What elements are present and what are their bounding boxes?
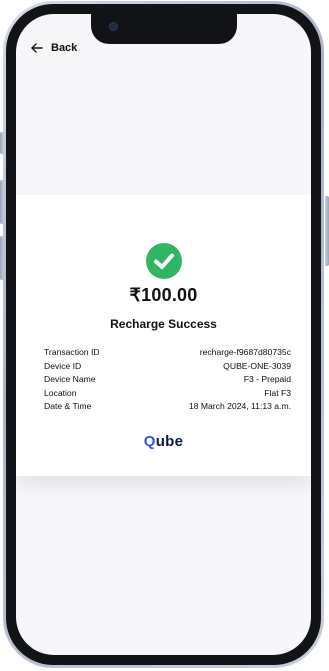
success-check bbox=[145, 243, 182, 279]
phone-bezel: Back ₹100.00 Recharge Success Transactio… bbox=[6, 4, 321, 665]
phone-frame: Back ₹100.00 Recharge Success Transactio… bbox=[3, 1, 324, 668]
transaction-details: Transaction ID recharge-f9687d80735c Dev… bbox=[44, 346, 291, 414]
check-circle-icon bbox=[153, 253, 174, 269]
detail-value: 18 March 2024, 11:13 a.m. bbox=[188, 401, 291, 412]
detail-value: F3 - Prepaid bbox=[243, 374, 291, 385]
arrow-left-icon bbox=[31, 43, 43, 53]
notch bbox=[90, 14, 237, 44]
detail-label: Device Name bbox=[44, 374, 96, 385]
detail-row-transaction-id: Transaction ID recharge-f9687d80735c bbox=[44, 346, 291, 360]
back-button[interactable]: Back bbox=[30, 41, 77, 55]
front-camera bbox=[108, 22, 118, 31]
logo-rest: ube bbox=[155, 433, 184, 450]
detail-value: recharge-f9687d80735c bbox=[199, 347, 291, 357]
detail-label: Location bbox=[44, 387, 77, 398]
back-label: Back bbox=[51, 42, 78, 54]
detail-value: Flat F3 bbox=[264, 387, 291, 398]
detail-row-date-time: Date & Time 18 March 2024, 11:13 a.m. bbox=[44, 400, 291, 414]
detail-row-device-id: Device ID QUBE-ONE-3039 bbox=[44, 360, 291, 374]
qube-logo: Qube bbox=[16, 433, 311, 450]
power-button bbox=[325, 196, 329, 266]
device-mockup: Back ₹100.00 Recharge Success Transactio… bbox=[0, 0, 329, 671]
detail-row-device-name: Device Name F3 - Prepaid bbox=[44, 373, 291, 387]
logo-initial: Q bbox=[143, 433, 156, 450]
detail-label: Transaction ID bbox=[44, 347, 100, 357]
receipt-card: ₹100.00 Recharge Success Transaction ID … bbox=[16, 195, 311, 476]
app-screen: Back ₹100.00 Recharge Success Transactio… bbox=[16, 14, 311, 655]
detail-label: Device ID bbox=[44, 360, 82, 371]
detail-row-location: Location Flat F3 bbox=[44, 387, 291, 401]
recharge-amount: ₹100.00 bbox=[129, 285, 198, 305]
recharge-status: Recharge Success bbox=[110, 317, 217, 331]
detail-value: QUBE-ONE-3039 bbox=[223, 360, 291, 371]
detail-label: Date & Time bbox=[44, 401, 92, 412]
